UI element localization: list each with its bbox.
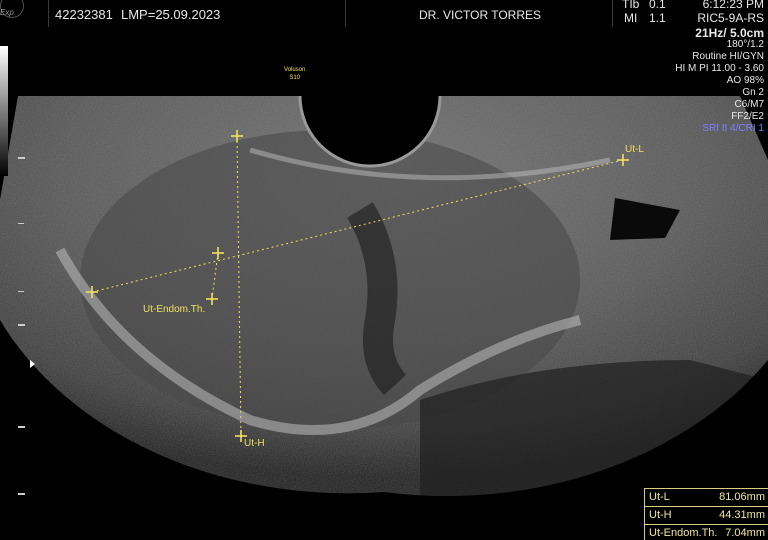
system-badge-line1: Voluson (284, 67, 306, 73)
preset-setting: Routine HI/GYN (692, 51, 764, 62)
clock-time: 6:12:23 PM (702, 0, 764, 11)
lmp: LMP=25.09.2023 (121, 7, 221, 22)
caliper-cross (86, 286, 98, 298)
grayscale-bar (0, 46, 8, 176)
ao-setting: AO 98% (726, 75, 764, 86)
caliper-cross (617, 154, 629, 166)
depth-tick (18, 157, 25, 159)
measurement-row: Ut-L 81.06mm (649, 491, 767, 503)
ut-h-line (236, 135, 242, 437)
settings-panel: 21Hz/ 5.0cm 180°/1.2 Routine HI/GYN HI M… (675, 27, 764, 135)
sri-setting: SRI II 4/CRI 1 (702, 123, 764, 134)
focus-marker-icon (30, 360, 35, 368)
tib-value: 0.1 (649, 0, 666, 11)
frequency-depth: 21Hz/ 5.0cm (695, 26, 764, 40)
measurement-row: Ut-Endom.Th. 7.04mm (649, 527, 767, 539)
patient-id: 42232381 (55, 7, 113, 22)
ut-l-line (91, 159, 624, 293)
header-bar: Exp 42232381 LMP=25.09.2023 DR. VICTOR T… (0, 0, 768, 27)
depth-tick (18, 324, 25, 326)
system-badge: Voluson S10 (284, 66, 305, 82)
depth-tick (18, 291, 24, 292)
endom-line (211, 252, 219, 300)
cm-setting: C6/M7 (734, 99, 764, 110)
measurement-row: Ut-H 44.31mm (649, 509, 767, 521)
ff-setting: FF2/E2 (731, 111, 764, 122)
tib-label: TIb (622, 0, 640, 11)
harmonic-setting: HI M PI 11.00 - 3.60 (675, 63, 764, 74)
label-ut-h: Ut-H (244, 438, 265, 449)
measurement-value: 44.31mm (719, 509, 765, 521)
measurement-label: Ut-Endom.Th. (649, 527, 718, 539)
logo-subtitle: Exp (0, 8, 14, 17)
depth-tick (18, 426, 25, 428)
depth-tick (18, 493, 25, 495)
measurement-label: Ut-H (649, 509, 672, 521)
measurement-results: Ut-L 81.06mm Ut-H 44.31mm Ut-Endom.Th. 7… (644, 488, 768, 540)
mi-label: MI (624, 11, 638, 25)
gain-setting: Gn 2 (742, 87, 764, 98)
system-badge-line2: S10 (289, 75, 301, 81)
measurement-value: 81.06mm (719, 491, 765, 503)
angle-setting: 180°/1.2 (726, 39, 764, 50)
measurement-label: Ut-L (649, 491, 670, 503)
label-endom: Ut-Endom.Th. (143, 304, 206, 315)
caliper-cross (231, 130, 243, 142)
label-ut-l: Ut-L (625, 144, 644, 155)
caliper-overlay (86, 130, 629, 442)
mi-value: 1.1 (649, 11, 666, 25)
doctor-name: DR. VICTOR TORRES (419, 8, 542, 22)
caliper-cross (212, 247, 224, 259)
measurement-value: 7.04mm (725, 527, 765, 539)
depth-tick (18, 223, 24, 224)
caliper-cross (206, 293, 218, 305)
probe-name: RIC5-9A-RS (697, 11, 764, 25)
